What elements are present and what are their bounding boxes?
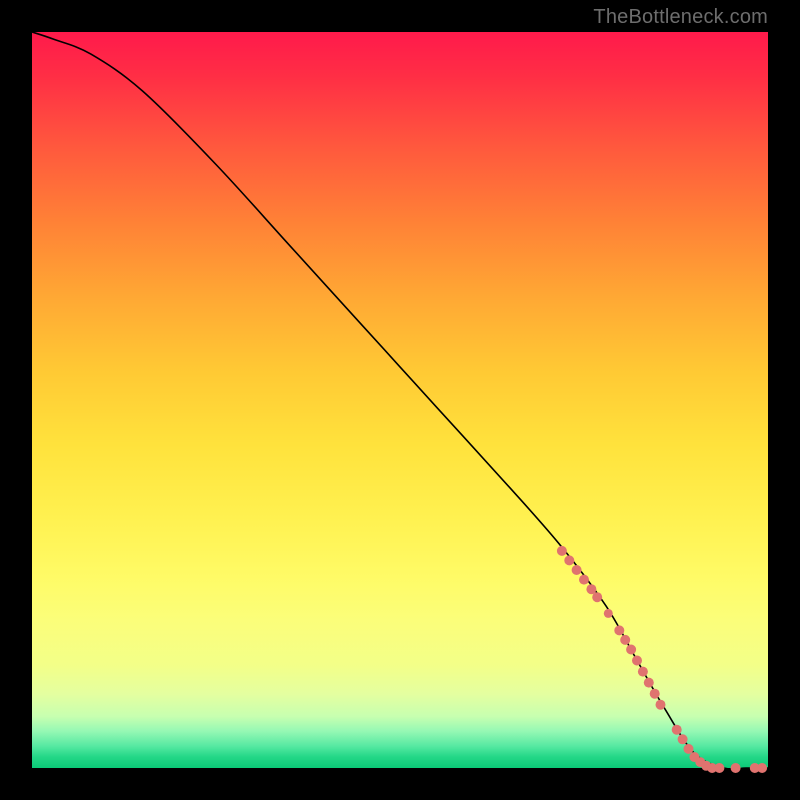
chart-frame: TheBottleneck.com <box>0 0 800 800</box>
data-marker <box>714 763 724 773</box>
data-marker <box>564 555 574 565</box>
plot-area <box>32 32 768 768</box>
data-marker <box>592 592 602 602</box>
data-marker <box>731 763 741 773</box>
data-marker <box>604 609 613 618</box>
data-marker <box>684 744 694 754</box>
chart-svg <box>32 32 768 768</box>
data-marker <box>579 575 589 585</box>
data-marker <box>620 635 630 645</box>
data-marker <box>557 546 567 556</box>
data-marker <box>626 645 636 655</box>
data-marker <box>650 689 660 699</box>
data-marker <box>678 734 688 744</box>
data-marker <box>614 625 624 635</box>
data-marker <box>757 763 767 773</box>
watermark-text: TheBottleneck.com <box>593 6 768 29</box>
data-marker <box>638 667 648 677</box>
data-marker <box>672 725 682 735</box>
data-marker <box>644 678 654 688</box>
marker-group <box>557 546 767 773</box>
data-marker <box>572 565 582 575</box>
curve-line <box>32 32 768 769</box>
data-marker <box>656 700 666 710</box>
data-marker <box>632 656 642 666</box>
data-marker <box>586 584 596 594</box>
